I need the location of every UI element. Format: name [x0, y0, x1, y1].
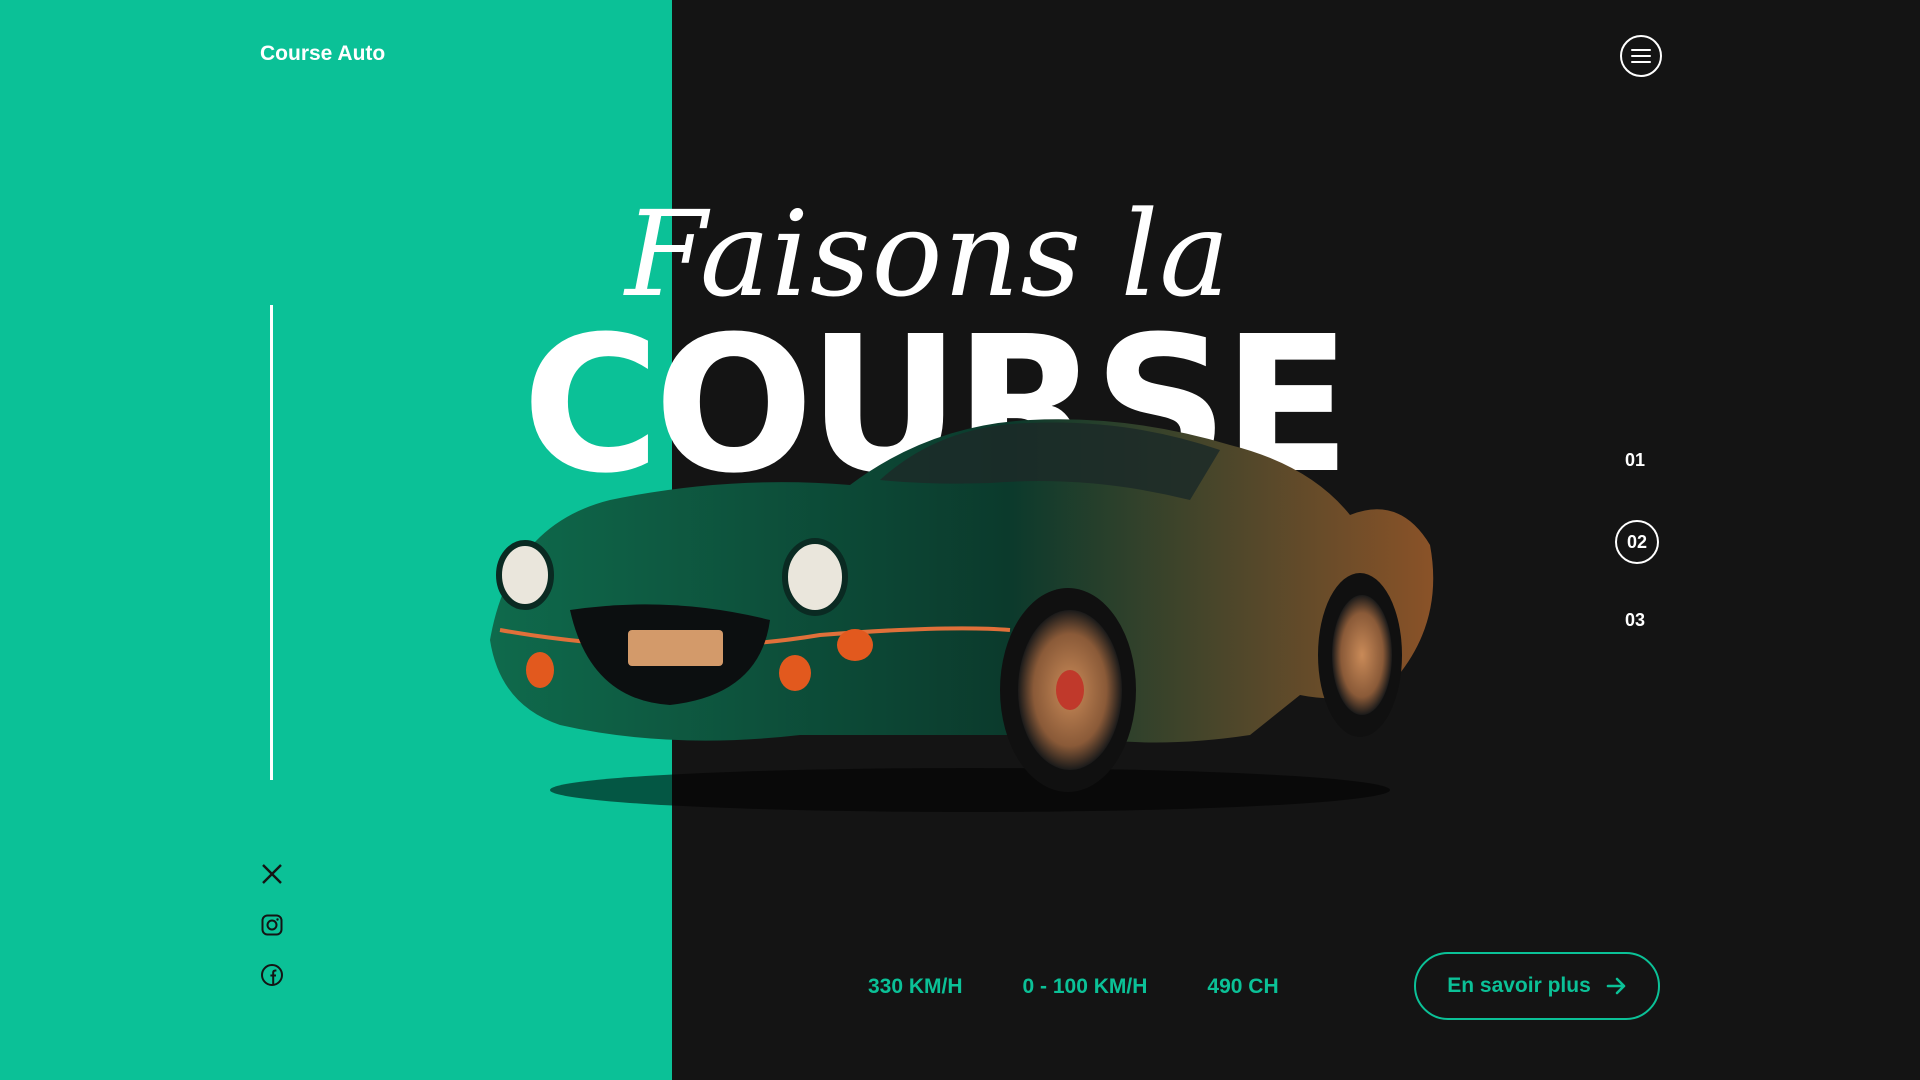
spec-top-speed: 330 KM/H [868, 975, 963, 998]
specs-row: 330 KM/H 0 - 100 KM/H 490 CH [868, 975, 1279, 999]
spec-power: 490 CH [1207, 975, 1279, 998]
spec-acceleration: 0 - 100 KM/H [1022, 975, 1148, 998]
car-image [490, 419, 1434, 812]
facebook-icon[interactable] [258, 961, 286, 989]
instagram-icon[interactable] [258, 911, 286, 939]
hamburger-menu-icon [1631, 49, 1651, 63]
arrow-right-icon [1606, 977, 1626, 995]
slide-indicator-02[interactable]: 02 [1615, 520, 1659, 564]
site-logo[interactable]: Course Auto [260, 42, 385, 66]
menu-button[interactable] [1620, 35, 1662, 77]
vertical-divider [270, 305, 273, 780]
learn-more-button[interactable]: En savoir plus [1414, 952, 1660, 1020]
slide-indicator-03[interactable]: 03 [1615, 600, 1655, 640]
slide-indicator-01[interactable]: 01 [1615, 440, 1655, 480]
learn-more-label: En savoir plus [1447, 974, 1591, 997]
x-icon[interactable] [258, 860, 286, 888]
